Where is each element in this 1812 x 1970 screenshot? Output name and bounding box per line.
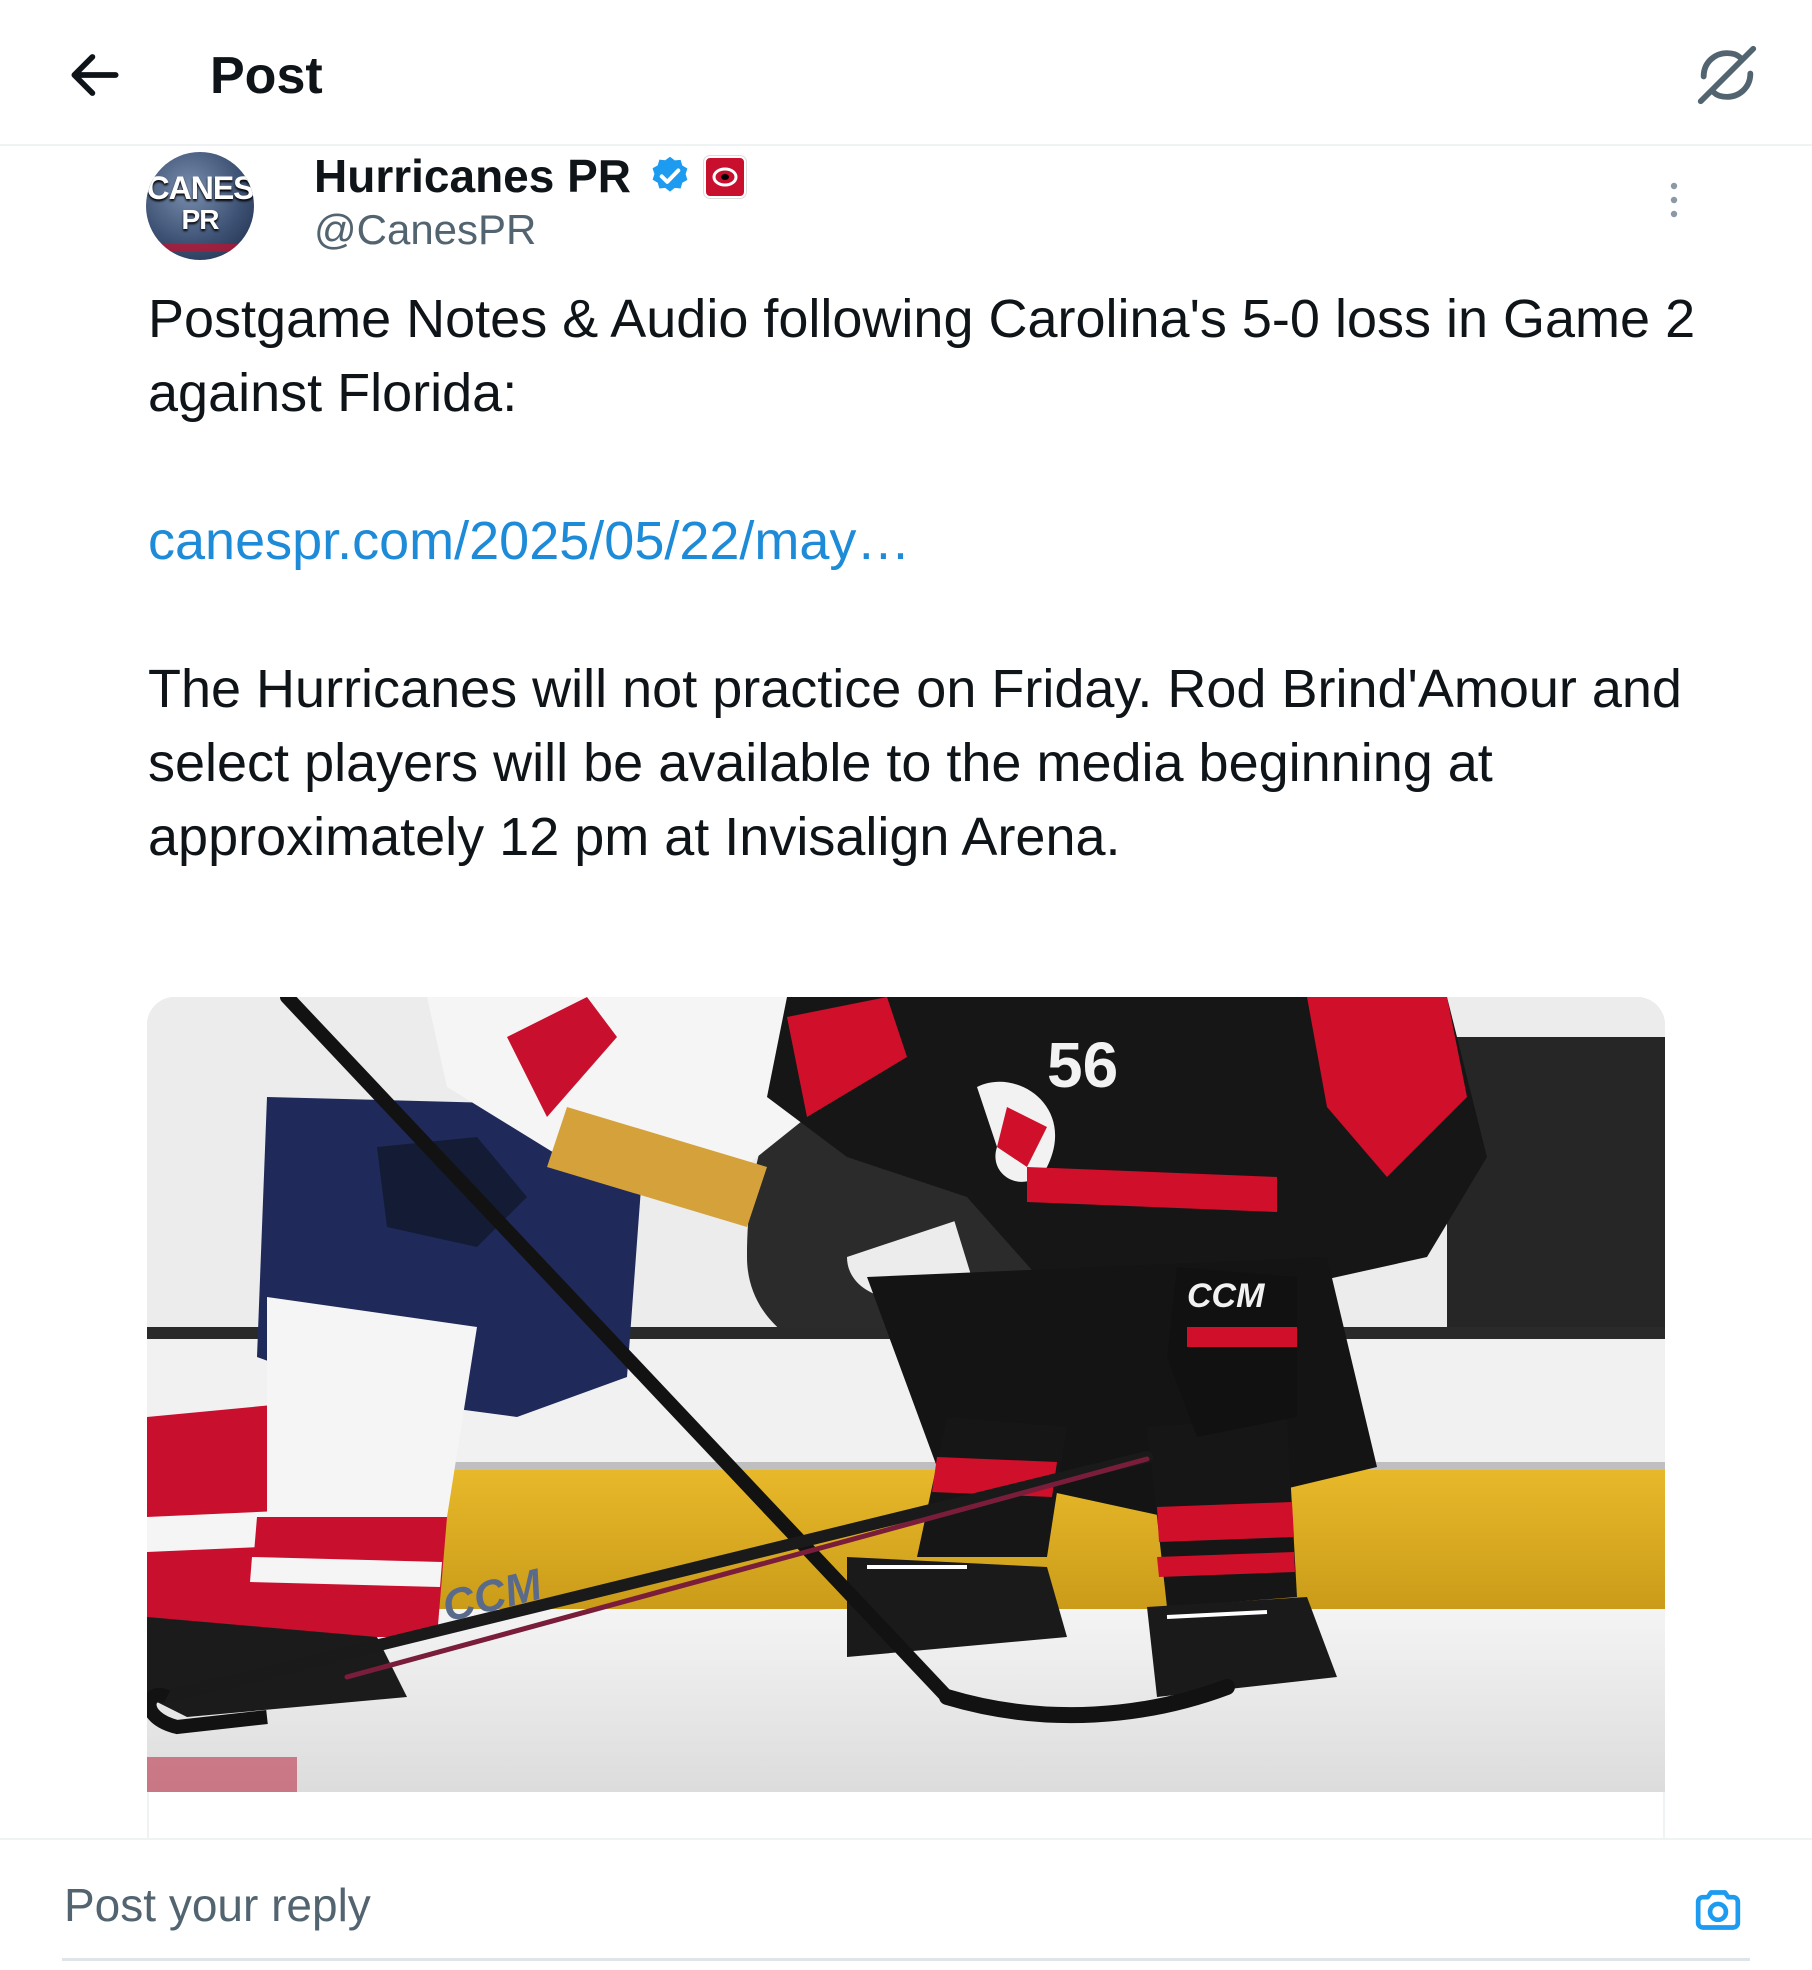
hockey-photo: 56 CCM CCM — [147, 997, 1665, 1792]
page-title: Post — [210, 47, 323, 105]
media-card-footer — [147, 1792, 1665, 1838]
reply-input[interactable] — [62, 1872, 1666, 1938]
avatar[interactable]: CANES PR — [146, 152, 254, 260]
reply-divider — [62, 1958, 1750, 1961]
top-bar: Post — [0, 0, 1812, 146]
camera-icon — [1695, 1890, 1741, 1930]
tweet-paragraph: The Hurricanes will not practice on Frid… — [148, 659, 1682, 867]
arrow-left-icon — [71, 54, 119, 96]
tweet-image[interactable]: 56 CCM CCM — [147, 997, 1665, 1792]
hurricanes-logo-icon[interactable] — [704, 156, 746, 198]
back-button[interactable] — [64, 44, 126, 106]
grok-button[interactable] — [1692, 40, 1762, 110]
glove-brand: CCM — [1187, 1277, 1265, 1315]
avatar-logo-text: CANES PR — [146, 170, 254, 235]
grok-icon — [1697, 45, 1757, 105]
verified-badge-icon — [652, 156, 688, 192]
camera-button[interactable] — [1690, 1882, 1746, 1938]
tweet-paragraph: Postgame Notes & Audio following Carolin… — [148, 289, 1696, 423]
more-vertical-icon — [1670, 182, 1678, 218]
jersey-number: 56 — [1047, 1029, 1118, 1101]
author-display-name[interactable]: Hurricanes PR — [314, 148, 631, 204]
author-handle[interactable]: @CanesPR — [314, 204, 536, 256]
reply-bar — [0, 1838, 1812, 1970]
tweet-link[interactable]: canespr.com/2025/05/22/may… — [148, 511, 910, 571]
more-options-button[interactable] — [1650, 176, 1698, 224]
tweet-text: Postgame Notes & Audio following Carolin… — [148, 282, 1708, 874]
